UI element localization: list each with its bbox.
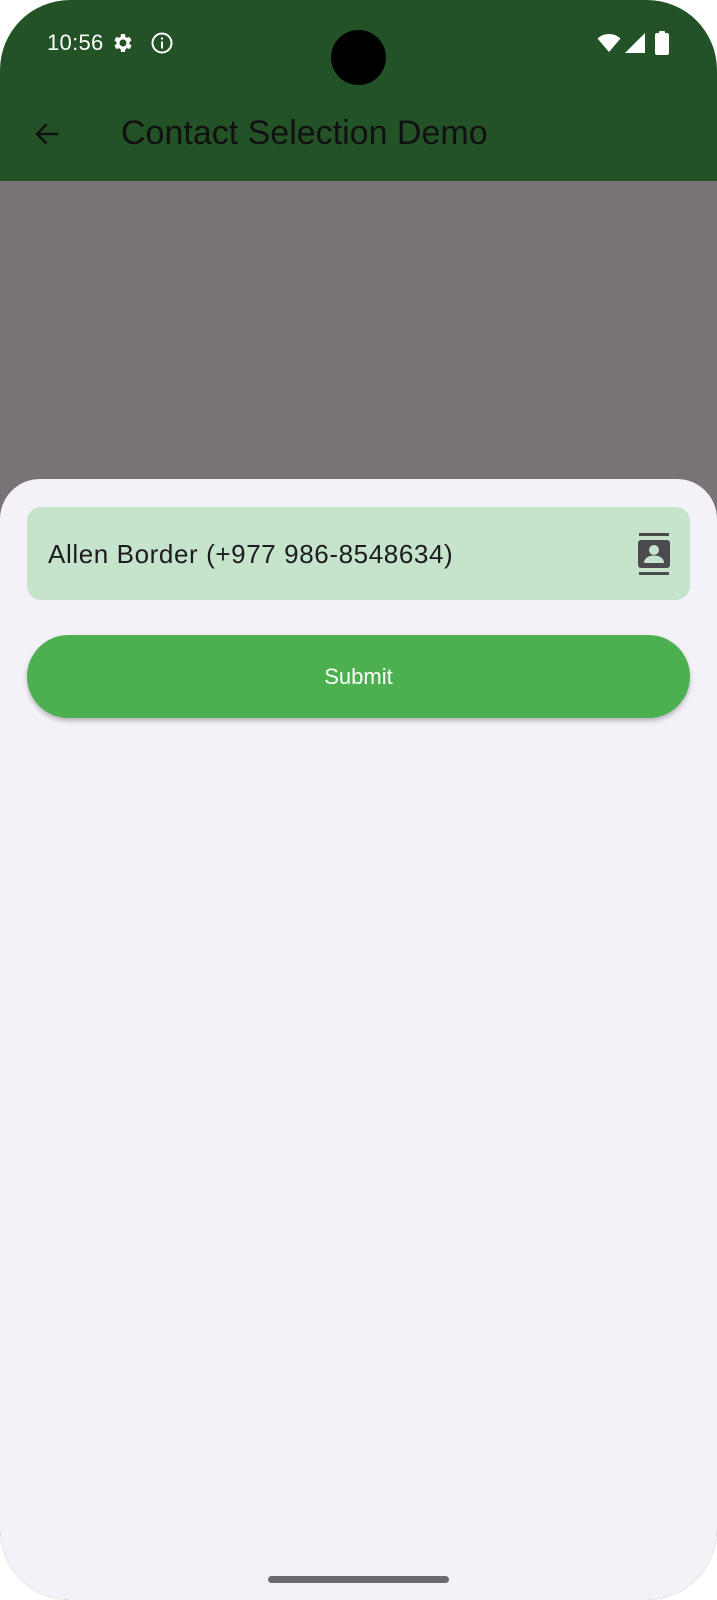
submit-button[interactable]: Submit xyxy=(27,635,690,718)
page-title: Contact Selection Demo xyxy=(121,114,488,152)
arrow-back-icon xyxy=(35,123,59,145)
front-camera xyxy=(331,30,386,85)
info-icon xyxy=(151,32,173,54)
selected-contact-value: Allen Border (+977 986-8548634) xyxy=(48,539,454,569)
back-button[interactable] xyxy=(23,110,71,158)
bottom-sheet: Allen Border (+977 986-8548634) Submit xyxy=(0,479,717,1600)
wifi-icon xyxy=(597,34,621,52)
modal-scrim[interactable] xyxy=(0,181,717,521)
cellular-signal-icon xyxy=(625,33,645,53)
status-bar: 10:56 xyxy=(0,0,717,88)
gear-icon xyxy=(114,34,132,52)
home-indicator[interactable] xyxy=(268,1576,449,1583)
battery-icon xyxy=(655,31,669,55)
selected-contact-field[interactable]: Allen Border (+977 986-8548634) xyxy=(27,507,690,600)
contacts-icon[interactable] xyxy=(630,530,678,578)
phone-screen: 10:56 Contact Selection Demo Allen Borde… xyxy=(0,0,717,1600)
status-time: 10:56 xyxy=(47,30,104,55)
app-bar: Contact Selection Demo xyxy=(0,88,717,181)
